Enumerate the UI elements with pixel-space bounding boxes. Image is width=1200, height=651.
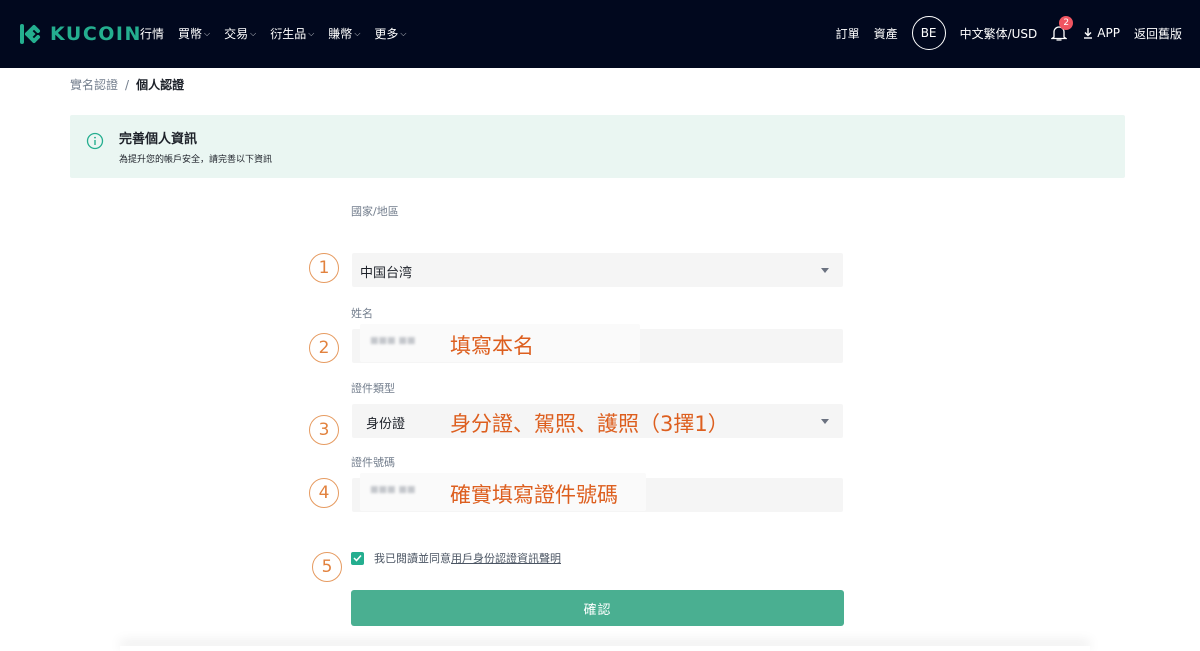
info-icon xyxy=(86,132,104,150)
info-notice: 完善個人資訊 為提升您的帳戶安全，請完善以下資訊 xyxy=(70,115,1125,178)
caret-down-icon xyxy=(821,268,829,273)
caret-down-icon xyxy=(821,419,829,424)
id-type-label: 證件類型 xyxy=(351,382,395,395)
footer-edge xyxy=(120,646,1090,651)
notification-count-badge: 2 xyxy=(1059,16,1074,30)
notifications-button[interactable]: 2 xyxy=(1050,16,1074,42)
header-right-actions: 訂單 資產 BE 中文繁体/USD 2 APP 返回舊版 xyxy=(822,14,1182,52)
nav-item-derivatives[interactable]: 衍生品 ⌵ xyxy=(270,25,314,42)
assets-link[interactable]: 資產 xyxy=(874,25,898,42)
name-label: 姓名 xyxy=(351,307,373,320)
brand-name: KUCOIN xyxy=(50,23,142,45)
orders-link[interactable]: 訂單 xyxy=(836,25,860,42)
locale-currency-selector[interactable]: 中文繁体/USD xyxy=(960,25,1038,42)
notice-title: 完善個人資訊 xyxy=(119,132,198,147)
name-annotation: 填寫本名 xyxy=(450,334,534,358)
nav-item-buy-crypto[interactable]: 買幣 ⌵ xyxy=(178,25,210,42)
nav-label: 行情 xyxy=(140,27,165,41)
agreement-text: 我已閱讀並同意 xyxy=(374,552,451,565)
redacted-text: ■■■ ■■ xyxy=(370,485,416,495)
step-2-marker: 2 xyxy=(309,333,339,363)
chevron-down-icon: ⌵ xyxy=(354,28,361,38)
checkmark-icon xyxy=(353,554,362,562)
step-1-marker: 1 xyxy=(309,253,339,283)
id-number-label: 證件號碼 xyxy=(351,456,395,469)
notice-subtitle: 為提升您的帳戶安全，請完善以下資訊 xyxy=(119,155,273,165)
kucoin-logo-icon xyxy=(20,24,40,44)
step-5-marker: 5 xyxy=(312,552,342,582)
top-navigation-bar: KUCOIN 行情 買幣 ⌵ 交易 ⌵ 衍生品 ⌵ 賺幣 ⌵ 更多 ⌵ 訂單 資產 BE … xyxy=(0,0,1200,68)
breadcrumb-current: 個人認證 xyxy=(136,78,185,92)
nav-item-more[interactable]: 更多 ⌵ xyxy=(374,25,406,42)
nav-item-earn[interactable]: 賺幣 ⌵ xyxy=(328,25,360,42)
download-icon xyxy=(1084,27,1093,39)
nav-item-trade[interactable]: 交易 ⌵ xyxy=(224,25,256,42)
app-label: APP xyxy=(1097,26,1120,40)
step-3-marker: 3 xyxy=(309,415,339,445)
old-version-link[interactable]: 返回舊版 xyxy=(1134,25,1182,42)
name-input[interactable]: ■■■ ■■ xyxy=(352,324,843,363)
nav-label: 買幣 xyxy=(178,27,203,41)
main-nav: 行情 買幣 ⌵ 交易 ⌵ 衍生品 ⌵ 賺幣 ⌵ 更多 ⌵ xyxy=(140,25,420,42)
agreement-checkbox[interactable] xyxy=(351,551,364,565)
chevron-down-icon: ⌵ xyxy=(400,28,407,38)
nav-item-markets[interactable]: 行情 xyxy=(140,25,164,42)
avatar[interactable]: BE xyxy=(911,16,946,50)
brand-logo[interactable]: KUCOIN xyxy=(18,20,142,48)
nav-label: 更多 xyxy=(374,27,399,41)
redacted-text: ■■■ ■■ xyxy=(370,336,416,346)
step-4-marker: 4 xyxy=(309,478,339,508)
nav-label: 賺幣 xyxy=(328,27,353,41)
agreement-link[interactable]: 用戶身份認證資訊聲明 xyxy=(451,550,561,566)
chevron-down-icon: ⌵ xyxy=(250,28,257,38)
chevron-down-icon: ⌵ xyxy=(308,28,315,38)
app-download-link[interactable]: APP xyxy=(1083,26,1120,40)
nav-label: 衍生品 xyxy=(270,27,307,41)
nav-label: 交易 xyxy=(224,27,249,41)
id-type-annotation: 身分證、駕照、護照（3擇1） xyxy=(450,412,729,436)
id-type-value: 身份證 xyxy=(366,417,406,432)
country-label: 國家/地區 xyxy=(351,205,399,218)
breadcrumb-parent[interactable]: 實名認證 xyxy=(70,78,118,92)
chevron-down-icon: ⌵ xyxy=(204,28,211,38)
breadcrumb-separator: / xyxy=(125,78,130,92)
country-value: 中国台湾 xyxy=(360,266,413,281)
breadcrumb: 實名認證 / 個人認證 xyxy=(70,76,184,93)
confirm-button[interactable]: 確認 xyxy=(351,590,844,626)
agreement-row: 我已閱讀並同意 用戶身份認證資訊聲明 xyxy=(351,550,561,566)
id-number-annotation: 確實填寫證件號碼 xyxy=(450,483,618,507)
country-select[interactable]: 中国台湾 xyxy=(352,253,843,287)
